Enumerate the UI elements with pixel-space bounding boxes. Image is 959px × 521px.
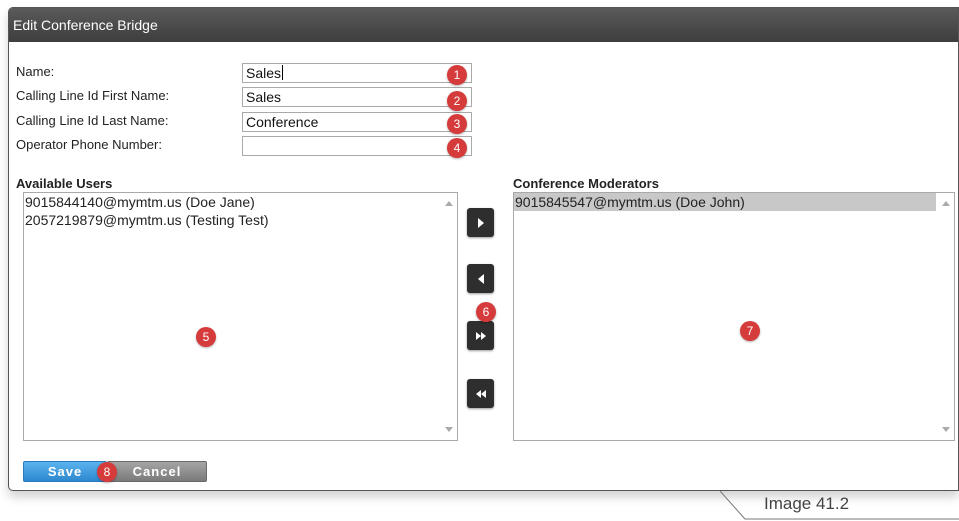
name-field[interactable]: Sales	[242, 63, 472, 83]
callout-badge-4: 4	[447, 138, 467, 158]
list-item[interactable]: 9015844140@mymtm.us (Doe Jane)	[24, 193, 457, 211]
move-left-button[interactable]	[467, 264, 494, 293]
callout-badge-3: 3	[447, 114, 467, 134]
image-caption: Image 41.2	[764, 494, 850, 513]
available-users-list[interactable]: 9015844140@mymtm.us (Doe Jane) 205721987…	[23, 192, 458, 441]
double-arrow-left-icon	[475, 389, 486, 398]
conference-moderators-list[interactable]: 9015845547@mymtm.us (Doe John)	[513, 192, 955, 441]
callout-badge-6: 6	[476, 302, 496, 322]
arrow-right-icon	[477, 217, 484, 228]
name-label: Name:	[16, 64, 55, 79]
available-users-title: Available Users	[16, 176, 113, 191]
callout-badge-1: 1	[447, 65, 467, 85]
first-name-label: Calling Line Id First Name:	[16, 88, 170, 103]
list-item[interactable]: 9015845547@mymtm.us (Doe John)	[514, 193, 936, 211]
scroll-up-arrow-icon[interactable]	[445, 201, 453, 206]
first-name-field[interactable]: Sales	[242, 87, 472, 107]
scroll-down-arrow-icon[interactable]	[445, 427, 453, 432]
callout-badge-8: 8	[97, 462, 117, 482]
list-item[interactable]: 2057219879@mymtm.us (Testing Test)	[24, 211, 457, 229]
last-name-field[interactable]: Conference	[242, 112, 472, 132]
save-button[interactable]: Save	[23, 461, 107, 482]
edit-conference-bridge-dialog: Edit Conference Bridge Name: Sales Calli…	[8, 7, 959, 491]
text-cursor	[282, 65, 284, 80]
move-all-right-button[interactable]	[467, 321, 494, 350]
operator-phone-field[interactable]	[242, 136, 472, 156]
double-arrow-right-icon	[475, 331, 486, 340]
conference-moderators-title: Conference Moderators	[513, 176, 659, 191]
move-right-button[interactable]	[467, 208, 494, 237]
dialog-title: Edit Conference Bridge	[9, 8, 958, 42]
callout-badge-5: 5	[196, 327, 216, 347]
operator-phone-label: Operator Phone Number:	[16, 137, 162, 152]
scroll-up-arrow-icon[interactable]	[942, 201, 950, 206]
move-all-left-button[interactable]	[467, 379, 494, 408]
name-value: Sales	[246, 65, 282, 81]
callout-badge-7: 7	[740, 321, 760, 341]
last-name-label: Calling Line Id Last Name:	[16, 113, 169, 128]
scroll-down-arrow-icon[interactable]	[942, 427, 950, 432]
callout-badge-2: 2	[447, 91, 467, 111]
arrow-left-icon	[477, 273, 484, 284]
cancel-button[interactable]: Cancel	[107, 461, 207, 482]
